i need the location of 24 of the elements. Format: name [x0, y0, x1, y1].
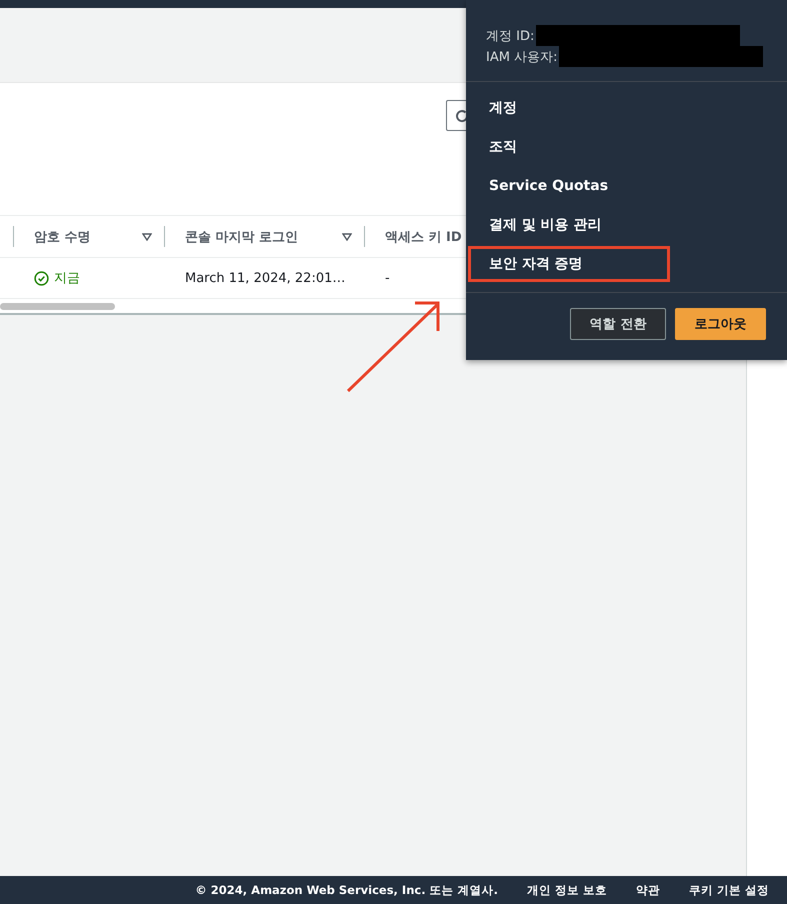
table-cell: -	[385, 270, 390, 286]
sign-out-button[interactable]: 로그아웃	[675, 308, 766, 340]
menu-item[interactable]: 보안 자격 증명	[468, 246, 670, 282]
switch-role-button[interactable]: 역할 전환	[570, 308, 666, 340]
column-header: 암호 수명	[34, 228, 91, 246]
table-cell-text: 지금	[54, 270, 80, 287]
copyright-text: © 2024, Amazon Web Services, Inc. 또는 계열사.	[195, 882, 498, 898]
sort-icon[interactable]	[342, 232, 352, 240]
footer-link[interactable]: 개인 정보 보호	[526, 882, 607, 898]
column-header: 액세스 키 ID	[385, 228, 462, 246]
account-id-label: 계정 ID:	[486, 28, 534, 44]
refresh-icon	[455, 108, 469, 122]
menu-item[interactable]: 결제 및 비용 관리	[468, 207, 670, 243]
footer-link[interactable]: 쿠키 기본 설정	[688, 882, 769, 898]
menu-item[interactable]: 계정	[468, 90, 670, 126]
footer-link[interactable]: 약관	[636, 882, 660, 898]
check-circle-icon	[34, 270, 49, 286]
iam-user-label: IAM 사용자:	[486, 48, 558, 66]
menu-item[interactable]: Service Quotas	[468, 168, 670, 204]
scrollbar-thumb[interactable]	[0, 302, 115, 310]
column-header: 콘솔 마지막 로그인	[185, 228, 298, 246]
table-cell: March 11, 2024, 22:01…	[185, 270, 346, 286]
sort-icon[interactable]	[142, 232, 152, 240]
menu-item[interactable]: 조직	[468, 129, 670, 165]
